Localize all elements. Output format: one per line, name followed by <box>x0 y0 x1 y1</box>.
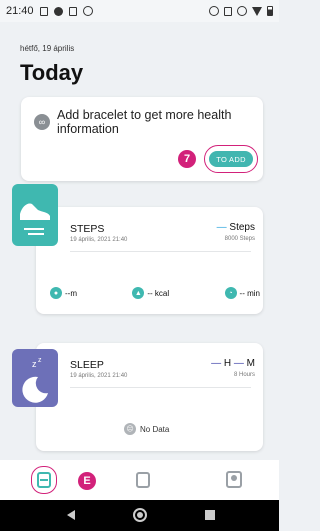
notification-icon <box>53 6 63 16</box>
device-tab-icon[interactable] <box>136 472 150 488</box>
status-bar: 21:40 <box>0 0 279 22</box>
alarm-clock-icon <box>209 6 219 16</box>
notification-icon <box>39 6 48 16</box>
sleep-title: SLEEP <box>70 359 104 371</box>
location-icon: ● <box>50 287 62 299</box>
steps-card[interactable]: STEPS 19 április, 2021 21:40 — Steps 800… <box>36 207 263 314</box>
steps-value: — Steps <box>217 222 255 233</box>
calories-value: -- kcal <box>147 288 170 298</box>
header-date: hétfő, 19 április <box>20 44 75 53</box>
calories-metric: ▲ -- kcal <box>132 287 169 299</box>
steps-value-unit: Steps <box>229 222 255 233</box>
upload-icon <box>68 6 77 16</box>
to-add-button[interactable]: TO ADD <box>209 151 253 167</box>
divider <box>70 387 251 388</box>
status-time: 21:40 <box>6 5 34 17</box>
sleep-value: — H — M <box>211 358 255 369</box>
sleep-hours-unit: H <box>223 358 232 369</box>
sleep-goal: 8 Hours <box>233 372 255 378</box>
distance-metric: ● --m <box>50 287 77 299</box>
sad-face-icon: ☹ <box>124 423 136 435</box>
duration-metric: ◔ -- min <box>224 287 260 299</box>
steps-goal: 8000 Steps <box>224 236 255 242</box>
link-icon: ∞ <box>34 114 50 130</box>
sleep-timestamp: 19 április, 2021 21:40 <box>70 373 128 379</box>
system-nav-bar <box>0 500 279 531</box>
back-icon[interactable] <box>67 510 75 520</box>
steps-title: STEPS <box>70 223 105 235</box>
no-data-indicator: ☹ No Data <box>124 423 169 435</box>
divider <box>70 251 251 252</box>
moon-sleep-icon: z z <box>12 349 58 407</box>
shoe-icon <box>12 184 58 246</box>
sleep-min-unit: M <box>246 358 255 369</box>
clock-icon: ◔ <box>224 287 237 299</box>
alarm-icon <box>82 6 93 16</box>
steps-metrics: ● --m ▲ -- kcal ◔ -- min <box>50 287 260 299</box>
annotation-badge-e: E <box>78 472 96 490</box>
status-notification-icons <box>39 6 93 16</box>
sleep-card[interactable]: SLEEP 19 április, 2021 21:40 — H — M 8 H… <box>36 343 263 451</box>
wifi-icon <box>252 6 262 16</box>
steps-value-dash: — <box>216 222 227 233</box>
add-bracelet-card: ∞ Add bracelet to get more health inform… <box>21 97 263 181</box>
sleep-min-dash: — <box>233 358 244 369</box>
no-data-text: No Data <box>140 424 170 434</box>
add-bracelet-message: Add bracelet to get more health informat… <box>57 108 232 136</box>
svg-text:z: z <box>38 357 42 364</box>
sleep-hours-dash: — <box>211 358 222 369</box>
profile-tab-icon[interactable] <box>226 471 242 488</box>
duration-value: -- min <box>239 288 260 298</box>
svg-text:z: z <box>32 359 37 369</box>
recents-icon[interactable] <box>205 510 215 520</box>
dnd-icon <box>237 6 247 16</box>
annotation-badge-7: 7 <box>178 150 196 168</box>
status-system-icons <box>209 6 273 16</box>
bottom-nav: E <box>0 460 279 500</box>
distance-value: --m <box>65 288 77 298</box>
page-title: Today <box>20 60 84 85</box>
vibrate-icon <box>224 6 232 16</box>
home-icon[interactable] <box>133 508 147 522</box>
today-tab-icon[interactable] <box>37 472 51 488</box>
battery-icon <box>267 6 273 16</box>
steps-timestamp: 19 április, 2021 21:40 <box>70 237 128 243</box>
flame-icon: ▲ <box>132 287 145 299</box>
